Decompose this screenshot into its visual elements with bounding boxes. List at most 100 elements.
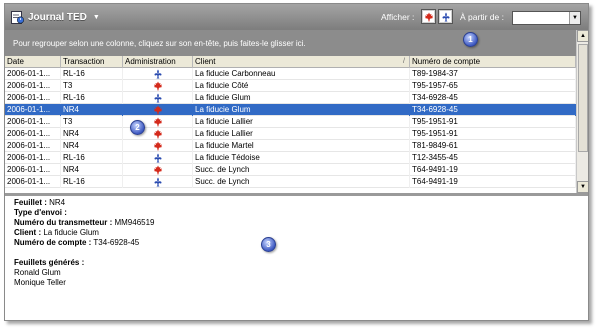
maple-leaf-icon bbox=[153, 105, 162, 115]
cell-date: 2006-01-1... bbox=[5, 80, 61, 92]
cell-account-number: T34-6928-45 bbox=[410, 92, 576, 104]
maple-leaf-icon bbox=[424, 12, 433, 21]
maple-leaf-icon bbox=[153, 117, 162, 127]
table-row[interactable]: 2006-01-1... NR4 La fiducie Lallier T95-195… bbox=[5, 128, 576, 140]
cell-client: La fiducie Lallier bbox=[193, 128, 410, 140]
cell-date: 2006-01-1... bbox=[5, 128, 61, 140]
cell-client: La fiducie Carbonneau bbox=[193, 68, 410, 80]
cell-account-number: T81-9849-61 bbox=[410, 140, 576, 152]
cell-client: La fiducie Côté bbox=[193, 80, 410, 92]
cell-administration bbox=[123, 152, 193, 164]
cell-administration bbox=[123, 68, 193, 80]
table-row[interactable]: 2006-01-1... RL-16 La fiducie Carbonneau T8… bbox=[5, 68, 576, 80]
callout-badge-2: 2 bbox=[130, 120, 145, 135]
filter-quebec-button[interactable] bbox=[438, 9, 453, 24]
journal-icon bbox=[11, 11, 24, 24]
from-date-combobox[interactable]: ▼ bbox=[512, 11, 581, 25]
sort-icon: / bbox=[403, 58, 405, 65]
cell-account-number: T95-1957-65 bbox=[410, 80, 576, 92]
maple-leaf-icon bbox=[153, 165, 162, 175]
cell-date: 2006-01-1... bbox=[5, 68, 61, 80]
cell-client: Succ. de Lynch bbox=[193, 164, 410, 176]
cell-transaction: NR4 bbox=[61, 164, 123, 176]
cell-transaction: T3 bbox=[61, 80, 123, 92]
cell-account-number: T64-9491-19 bbox=[410, 164, 576, 176]
cell-transaction: NR4 bbox=[61, 128, 123, 140]
cell-client: La fiducie Tédoise bbox=[193, 152, 410, 164]
table-row[interactable]: 2006-01-1... NR4 La fiducie Martel T81-9849… bbox=[5, 140, 576, 152]
transmetteur-label: Numéro du transmetteur : bbox=[14, 218, 113, 227]
cell-transaction: T3 bbox=[61, 116, 123, 128]
fleur-de-lis-icon bbox=[154, 93, 161, 103]
table-row[interactable]: 2006-01-1... RL-16 La fiducie Glum T34-6928… bbox=[5, 92, 576, 104]
show-label: Afficher : bbox=[381, 12, 415, 22]
callout-badge-3: 3 bbox=[261, 237, 276, 252]
cell-account-number: T95-1951-91 bbox=[410, 128, 576, 140]
client-value: La fiducie Glum bbox=[43, 228, 99, 237]
callout-badge-1: 1 bbox=[463, 32, 478, 47]
detail-compte: Numéro de compte : T34-6928-45 bbox=[14, 238, 588, 248]
cell-account-number: T12-3455-45 bbox=[410, 152, 576, 164]
cell-administration bbox=[123, 164, 193, 176]
feuillet-label: Feuillet : bbox=[14, 198, 47, 207]
from-date-label: À partir de : bbox=[460, 12, 504, 22]
fleur-de-lis-icon bbox=[154, 69, 161, 79]
detail-panel: Feuillet : NR4 Type d'envoi : Numéro du … bbox=[5, 196, 588, 320]
table-row[interactable]: 2006-01-1... T3 La fiducie Lallier T95-1951… bbox=[5, 116, 576, 128]
detail-transmetteur: Numéro du transmetteur : MM946519 bbox=[14, 218, 588, 228]
maple-leaf-icon bbox=[153, 129, 162, 139]
cell-administration bbox=[123, 176, 193, 188]
cell-date: 2006-01-1... bbox=[5, 92, 61, 104]
maple-leaf-icon bbox=[153, 141, 162, 151]
generated-item: Monique Teller bbox=[14, 278, 66, 287]
table-row[interactable]: 2006-01-1... NR4 Succ. de Lynch T64-9491-19 bbox=[5, 164, 576, 176]
grid-body: 2006-01-1... RL-16 La fiducie Carbonneau T8… bbox=[5, 68, 576, 188]
column-header-administration[interactable]: Administration bbox=[123, 56, 193, 68]
toolbar: Journal TED ▼ Afficher : À partir de : ▼ bbox=[5, 4, 588, 30]
table-row[interactable]: 2006-01-1... T3 La fiducie Côté T95-1957-65 bbox=[5, 80, 576, 92]
cell-client: La fiducie Glum bbox=[193, 92, 410, 104]
cell-administration bbox=[123, 140, 193, 152]
cell-transaction: NR4 bbox=[61, 104, 123, 116]
cell-administration bbox=[123, 104, 193, 116]
column-header-client[interactable]: Client / bbox=[193, 56, 410, 68]
vertical-scrollbar[interactable]: ▲ ▼ bbox=[576, 30, 588, 193]
cell-administration bbox=[123, 80, 193, 92]
journal-title: Journal TED bbox=[28, 11, 87, 23]
cell-transaction: NR4 bbox=[61, 140, 123, 152]
cell-date: 2006-01-1... bbox=[5, 140, 61, 152]
journal-ted-dropdown-button[interactable]: Journal TED ▼ bbox=[11, 9, 100, 25]
cell-administration bbox=[123, 92, 193, 104]
maple-leaf-icon bbox=[153, 81, 162, 91]
group-by-area[interactable]: Pour regrouper selon une colonne, clique… bbox=[5, 30, 576, 56]
chevron-down-icon[interactable]: ▼ bbox=[569, 12, 580, 24]
scroll-thumb[interactable] bbox=[578, 44, 588, 152]
filter-canada-button[interactable] bbox=[421, 9, 436, 24]
cell-date: 2006-01-1... bbox=[5, 176, 61, 188]
group-hint-text: Pour regrouper selon une colonne, clique… bbox=[13, 39, 306, 48]
table-row[interactable]: 2006-01-1... RL-16 Succ. de Lynch T64-9491-… bbox=[5, 176, 576, 188]
fleur-de-lis-icon bbox=[442, 12, 449, 21]
cell-account-number: T64-9491-19 bbox=[410, 176, 576, 188]
table-row[interactable]: 2006-01-1... NR4 La fiducie Glum T34-6928-4… bbox=[5, 104, 576, 116]
cell-transaction: RL-16 bbox=[61, 92, 123, 104]
scroll-up-arrow-icon[interactable]: ▲ bbox=[577, 30, 588, 42]
compte-label: Numéro de compte : bbox=[14, 238, 92, 247]
cell-date: 2006-01-1... bbox=[5, 116, 61, 128]
scroll-down-arrow-icon[interactable]: ▼ bbox=[577, 181, 588, 193]
cell-client: La fiducie Martel bbox=[193, 140, 410, 152]
journal-ted-panel: Journal TED ▼ Afficher : À partir de : ▼… bbox=[4, 3, 589, 321]
cell-client: La fiducie Lallier bbox=[193, 116, 410, 128]
cell-date: 2006-01-1... bbox=[5, 104, 61, 116]
detail-feuillet: Feuillet : NR4 bbox=[14, 198, 588, 208]
fleur-de-lis-icon bbox=[154, 177, 161, 187]
grid-header: Date Transaction Administration Client /… bbox=[5, 56, 576, 68]
column-header-account-number[interactable]: Numéro de compte bbox=[410, 56, 576, 68]
table-row[interactable]: 2006-01-1... RL-16 La fiducie Tédoise T12-3… bbox=[5, 152, 576, 164]
cell-date: 2006-01-1... bbox=[5, 152, 61, 164]
feuillet-value: NR4 bbox=[49, 198, 66, 207]
compte-value: T34-6928-45 bbox=[93, 238, 140, 247]
cell-account-number: T34-6928-45 bbox=[410, 104, 576, 116]
column-header-date[interactable]: Date bbox=[5, 56, 61, 68]
column-header-transaction[interactable]: Transaction bbox=[61, 56, 123, 68]
